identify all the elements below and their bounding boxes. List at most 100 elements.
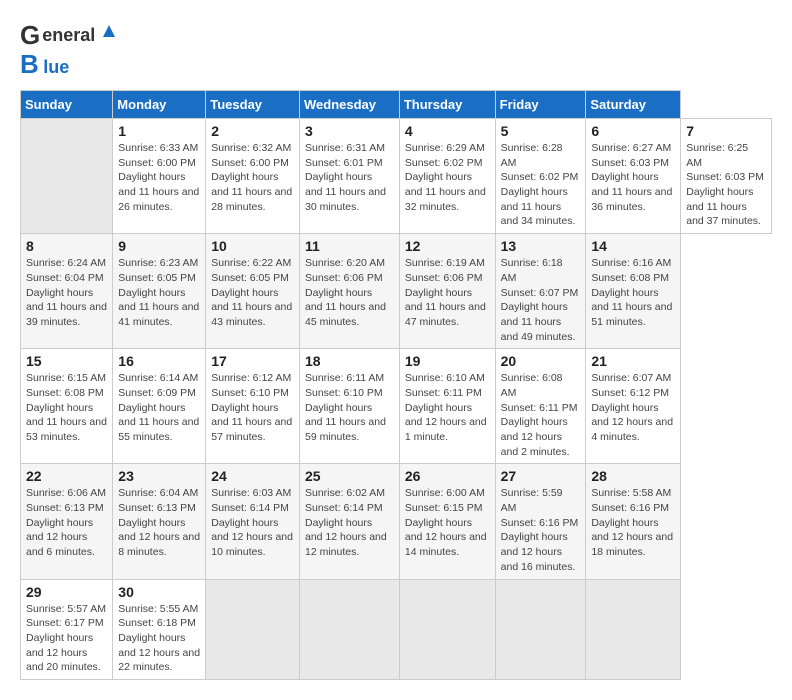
calendar-day-header: Thursday — [399, 91, 495, 119]
calendar-day-cell: 28 Sunrise: 5:58 AMSunset: 6:16 PMDayligh… — [586, 464, 681, 579]
calendar-week-row: 22 Sunrise: 6:06 AMSunset: 6:13 PMDayligh… — [21, 464, 772, 579]
day-info: Sunrise: 6:10 AMSunset: 6:11 PMDaylight … — [405, 371, 490, 444]
calendar-week-row: 15 Sunrise: 6:15 AMSunset: 6:08 PMDayligh… — [21, 349, 772, 464]
calendar-day-cell: 26 Sunrise: 6:00 AMSunset: 6:15 PMDayligh… — [399, 464, 495, 579]
calendar-day-cell: 4 Sunrise: 6:29 AMSunset: 6:02 PMDaylight… — [399, 119, 495, 234]
calendar-day-cell — [399, 579, 495, 679]
logo: G eneral B lue — [20, 20, 117, 80]
day-info: Sunrise: 6:15 AMSunset: 6:08 PMDaylight … — [26, 371, 107, 444]
day-info: Sunrise: 6:28 AMSunset: 6:02 PMDaylight … — [501, 141, 581, 229]
day-info: Sunrise: 6:11 AMSunset: 6:10 PMDaylight … — [305, 371, 394, 444]
day-number: 10 — [211, 238, 294, 254]
calendar-day-cell — [586, 579, 681, 679]
day-info: Sunrise: 6:00 AMSunset: 6:15 PMDaylight … — [405, 486, 490, 559]
calendar-week-row: 1Sunrise: 6:33 AMSunset: 6:00 PMDaylight… — [21, 119, 772, 234]
calendar-day-cell: 27 Sunrise: 5:59 AMSunset: 6:16 PMDayligh… — [495, 464, 586, 579]
day-info: Sunrise: 6:20 AMSunset: 6:06 PMDaylight … — [305, 256, 394, 329]
day-info: Sunrise: 6:03 AMSunset: 6:14 PMDaylight … — [211, 486, 294, 559]
day-number: 9 — [118, 238, 200, 254]
day-info: Sunrise: 6:32 AMSunset: 6:00 PMDaylight … — [211, 141, 294, 214]
day-number: 13 — [501, 238, 581, 254]
day-info: Sunrise: 6:24 AMSunset: 6:04 PMDaylight … — [26, 256, 107, 329]
day-number: 30 — [118, 584, 200, 600]
day-number: 3 — [305, 123, 394, 139]
day-number: 8 — [26, 238, 107, 254]
calendar-day-cell: 3 Sunrise: 6:31 AMSunset: 6:01 PMDaylight… — [300, 119, 400, 234]
calendar-week-row: 29 Sunrise: 5:57 AMSunset: 6:17 PMDayligh… — [21, 579, 772, 679]
calendar-day-cell — [21, 119, 113, 234]
calendar-day-cell: 22 Sunrise: 6:06 AMSunset: 6:13 PMDayligh… — [21, 464, 113, 579]
calendar-day-cell: 15 Sunrise: 6:15 AMSunset: 6:08 PMDayligh… — [21, 349, 113, 464]
day-number: 14 — [591, 238, 675, 254]
day-info: Sunrise: 6:31 AMSunset: 6:01 PMDaylight … — [305, 141, 394, 214]
day-info: Sunrise: 5:57 AMSunset: 6:17 PMDaylight … — [26, 602, 107, 675]
calendar-day-header: Friday — [495, 91, 586, 119]
day-number: 25 — [305, 468, 394, 484]
calendar-day-cell — [206, 579, 300, 679]
day-info: Sunrise: 6:25 AMSunset: 6:03 PMDaylight … — [686, 141, 766, 229]
day-info: Sunrise: 6:12 AMSunset: 6:10 PMDaylight … — [211, 371, 294, 444]
day-number: 18 — [305, 353, 394, 369]
calendar-day-cell: 23Sunrise: 6:04 AMSunset: 6:13 PMDayligh… — [113, 464, 206, 579]
calendar-day-cell: 18 Sunrise: 6:11 AMSunset: 6:10 PMDayligh… — [300, 349, 400, 464]
calendar-day-cell: 6Sunrise: 6:27 AMSunset: 6:03 PMDaylight… — [586, 119, 681, 234]
calendar-day-cell: 13Sunrise: 6:18 AMSunset: 6:07 PMDayligh… — [495, 234, 586, 349]
day-number: 17 — [211, 353, 294, 369]
day-info: Sunrise: 5:59 AMSunset: 6:16 PMDaylight … — [501, 486, 581, 574]
day-number: 2 — [211, 123, 294, 139]
calendar-day-cell: 10 Sunrise: 6:22 AMSunset: 6:05 PMDayligh… — [206, 234, 300, 349]
day-number: 26 — [405, 468, 490, 484]
logo-arrow-icon — [101, 23, 117, 44]
day-info: Sunrise: 6:07 AMSunset: 6:12 PMDaylight … — [591, 371, 675, 444]
day-info: Sunrise: 6:02 AMSunset: 6:14 PMDaylight … — [305, 486, 394, 559]
calendar-day-cell: 11Sunrise: 6:20 AMSunset: 6:06 PMDayligh… — [300, 234, 400, 349]
calendar-day-cell: 9Sunrise: 6:23 AMSunset: 6:05 PMDaylight… — [113, 234, 206, 349]
day-number: 15 — [26, 353, 107, 369]
day-number: 24 — [211, 468, 294, 484]
calendar-day-cell — [300, 579, 400, 679]
logo-blue-b: B — [20, 49, 39, 79]
day-number: 7 — [686, 123, 766, 139]
calendar-day-cell: 29 Sunrise: 5:57 AMSunset: 6:17 PMDayligh… — [21, 579, 113, 679]
day-info: Sunrise: 6:29 AMSunset: 6:02 PMDaylight … — [405, 141, 490, 214]
calendar-day-cell — [495, 579, 586, 679]
calendar-day-header: Tuesday — [206, 91, 300, 119]
page-header: G eneral B lue — [20, 20, 772, 80]
day-info: Sunrise: 5:58 AMSunset: 6:16 PMDaylight … — [591, 486, 675, 559]
day-number: 22 — [26, 468, 107, 484]
day-number: 19 — [405, 353, 490, 369]
day-number: 28 — [591, 468, 675, 484]
calendar-header-row: SundayMondayTuesdayWednesdayThursdayFrid… — [21, 91, 772, 119]
day-info: Sunrise: 5:55 AMSunset: 6:18 PMDaylight … — [118, 602, 200, 675]
day-number: 4 — [405, 123, 490, 139]
day-info: Sunrise: 6:06 AMSunset: 6:13 PMDaylight … — [26, 486, 107, 559]
day-info: Sunrise: 6:16 AMSunset: 6:08 PMDaylight … — [591, 256, 675, 329]
calendar-day-cell: 21Sunrise: 6:07 AMSunset: 6:12 PMDayligh… — [586, 349, 681, 464]
day-number: 20 — [501, 353, 581, 369]
calendar-day-cell: 8 Sunrise: 6:24 AMSunset: 6:04 PMDaylight… — [21, 234, 113, 349]
day-number: 29 — [26, 584, 107, 600]
calendar-day-header: Wednesday — [300, 91, 400, 119]
day-info: Sunrise: 6:14 AMSunset: 6:09 PMDaylight … — [118, 371, 200, 444]
calendar-day-cell: 19 Sunrise: 6:10 AMSunset: 6:11 PMDayligh… — [399, 349, 495, 464]
calendar-day-cell: 25 Sunrise: 6:02 AMSunset: 6:14 PMDayligh… — [300, 464, 400, 579]
calendar-day-cell: 5 Sunrise: 6:28 AMSunset: 6:02 PMDaylight… — [495, 119, 586, 234]
calendar-day-cell: 7 Sunrise: 6:25 AMSunset: 6:03 PMDaylight… — [681, 119, 772, 234]
logo-general-g: G — [20, 20, 40, 51]
calendar-day-cell: 12Sunrise: 6:19 AMSunset: 6:06 PMDayligh… — [399, 234, 495, 349]
calendar-day-cell: 2 Sunrise: 6:32 AMSunset: 6:00 PMDaylight… — [206, 119, 300, 234]
calendar-day-cell: 1Sunrise: 6:33 AMSunset: 6:00 PMDaylight… — [113, 119, 206, 234]
calendar-day-cell: 30 Sunrise: 5:55 AMSunset: 6:18 PMDayligh… — [113, 579, 206, 679]
calendar-day-cell: 16 Sunrise: 6:14 AMSunset: 6:09 PMDayligh… — [113, 349, 206, 464]
day-number: 16 — [118, 353, 200, 369]
calendar-day-cell: 24 Sunrise: 6:03 AMSunset: 6:14 PMDayligh… — [206, 464, 300, 579]
logo-general-rest: eneral — [42, 25, 95, 46]
day-number: 6 — [591, 123, 675, 139]
calendar-table: SundayMondayTuesdayWednesdayThursdayFrid… — [20, 90, 772, 680]
day-info: Sunrise: 6:22 AMSunset: 6:05 PMDaylight … — [211, 256, 294, 329]
day-info: Sunrise: 6:08 AMSunset: 6:11 PMDaylight … — [501, 371, 581, 459]
day-number: 27 — [501, 468, 581, 484]
day-number: 5 — [501, 123, 581, 139]
day-info: Sunrise: 6:19 AMSunset: 6:06 PMDaylight … — [405, 256, 490, 329]
calendar-day-cell: 14 Sunrise: 6:16 AMSunset: 6:08 PMDayligh… — [586, 234, 681, 349]
